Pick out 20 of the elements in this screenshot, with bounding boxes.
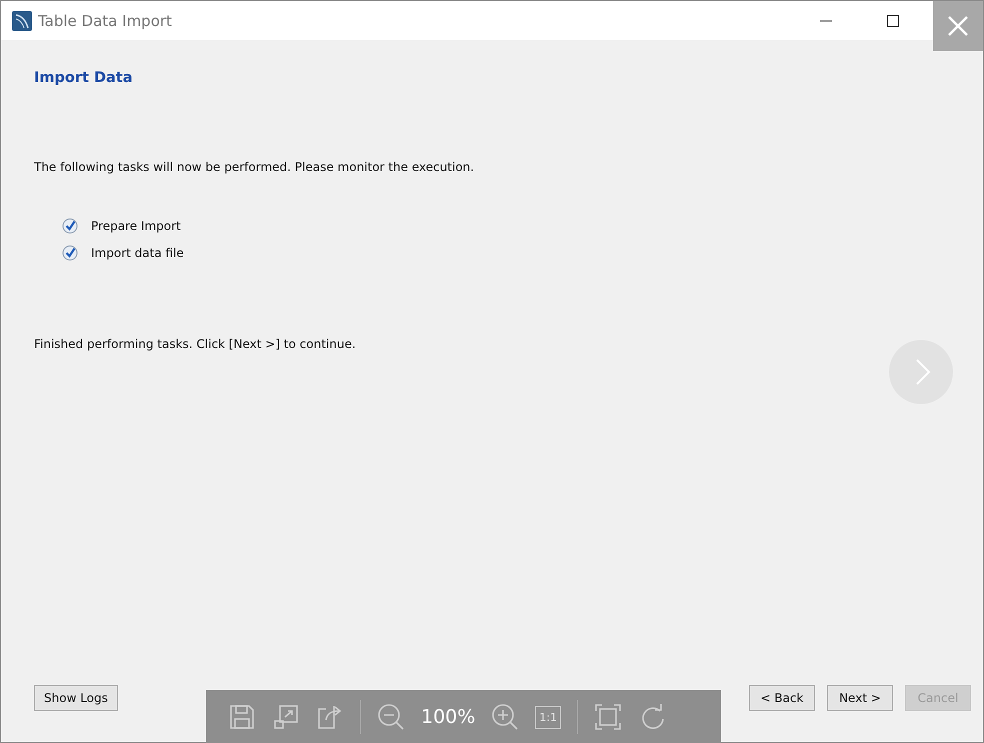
- dialog-button[interactable]: < Back: [749, 685, 815, 711]
- close-button[interactable]: [933, 1, 983, 51]
- zoom-out-icon[interactable]: [377, 703, 405, 731]
- task-label: Prepare Import: [91, 219, 181, 233]
- fullscreen-icon[interactable]: [594, 703, 622, 731]
- next-image-button[interactable]: [889, 340, 953, 404]
- dialog-button[interactable]: Show Logs: [34, 685, 118, 711]
- maximize-icon[interactable]: [887, 14, 899, 26]
- dialog-button[interactable]: Next >: [827, 685, 893, 711]
- zoom-level: 100%: [421, 706, 476, 728]
- window-title: Table Data Import: [38, 12, 172, 30]
- save-icon[interactable]: [228, 703, 256, 731]
- page-heading: Import Data: [34, 70, 134, 86]
- status-text: Finished performing tasks. Click [Next >] to continue.: [34, 337, 357, 351]
- share-icon[interactable]: [316, 703, 344, 731]
- resize-icon[interactable]: [272, 703, 300, 731]
- app-icon: [12, 10, 32, 30]
- task-label: Import data file: [91, 246, 184, 260]
- intro-text: The following tasks will now be performed. Please monitor the execution.: [34, 160, 476, 174]
- zoom-in-icon[interactable]: [491, 703, 520, 731]
